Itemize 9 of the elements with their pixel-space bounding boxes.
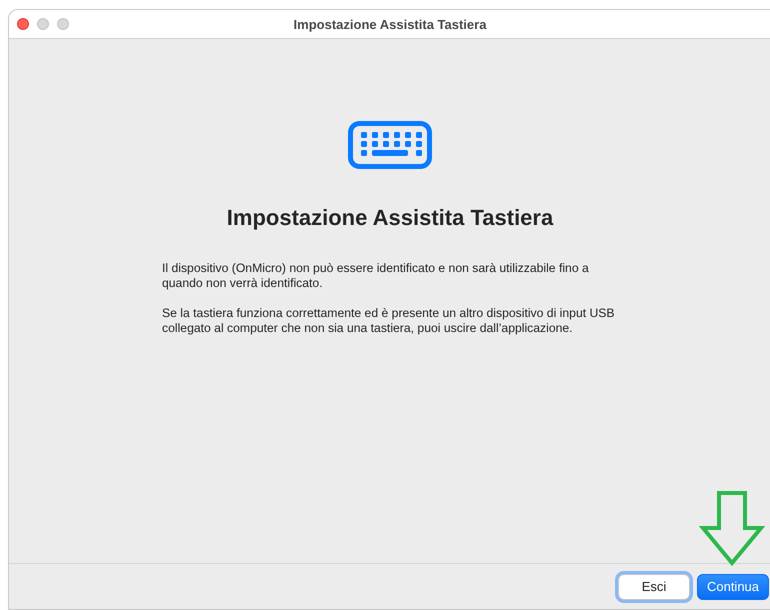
close-button[interactable] (17, 18, 29, 30)
minimize-button[interactable] (37, 18, 49, 30)
heading: Impostazione Assistita Tastiera (226, 205, 554, 231)
paragraph: Il dispositivo (OnMicro) non può essere identificato e non sarà utilizzabile fino a quando non verrà identificato. (162, 261, 590, 291)
window-title: Impostazione Assistita Tastiera (294, 16, 486, 32)
zoom-button[interactable] (57, 18, 69, 30)
continue-button[interactable]: Continua (697, 574, 769, 600)
paragraph: Se la tastiera funziona correttamente ed è presente un altro dispositivo di input USB collegato al computer che non sia una tastiera, puoi uscire dall’applicazione. (162, 306, 616, 336)
keyboard-icon (348, 121, 432, 169)
